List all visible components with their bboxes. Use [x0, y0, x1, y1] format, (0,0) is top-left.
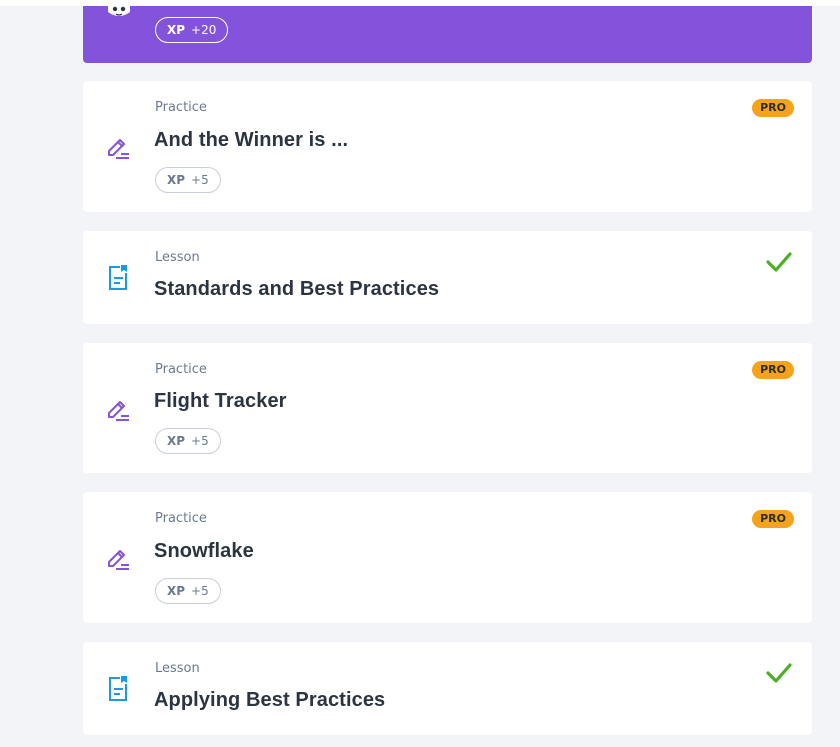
xp-label: XP	[167, 23, 186, 37]
item-title[interactable]: Flight Tracker	[154, 390, 287, 413]
item-title[interactable]: And the Winner is ...	[154, 129, 348, 152]
xp-label: XP	[167, 584, 186, 598]
list-item-lesson[interactable]: Lesson Standards and Best Practices	[83, 231, 812, 324]
item-type-label: Lesson	[155, 250, 200, 265]
item-type-label: Practice	[155, 100, 207, 115]
list-item-practice[interactable]: Practice Snowflake XP +5 PRO	[83, 492, 812, 623]
pencil-icon	[108, 550, 129, 570]
xp-badge: XP +5	[155, 578, 221, 604]
pro-badge: PRO	[752, 510, 794, 528]
pro-badge: PRO	[752, 361, 794, 379]
xp-label: XP	[167, 434, 186, 448]
list-item-practice[interactable]: Practice And the Winner is ... XP +5 PRO	[83, 81, 812, 212]
item-title[interactable]: Applying Best Practices	[154, 689, 385, 712]
pencil-icon	[108, 401, 129, 421]
module-card-active[interactable]: XP +20	[83, 4, 812, 63]
xp-label: XP	[167, 173, 186, 187]
document-icon	[109, 265, 127, 290]
xp-badge: XP +5	[155, 167, 221, 193]
item-type-label: Practice	[155, 362, 207, 377]
xp-value: +5	[191, 434, 209, 448]
document-icon	[109, 676, 127, 701]
check-icon	[766, 252, 792, 272]
pro-badge: PRO	[752, 99, 794, 117]
mascot-icon	[108, 4, 130, 16]
list-item-lesson[interactable]: Lesson Applying Best Practices	[83, 642, 812, 735]
item-title[interactable]: Snowflake	[154, 540, 254, 563]
item-title[interactable]: Standards and Best Practices	[154, 278, 439, 301]
xp-value: +5	[191, 173, 209, 187]
check-icon	[766, 663, 792, 683]
xp-badge: XP +5	[155, 428, 221, 454]
item-type-label: Practice	[155, 511, 207, 526]
list-item-practice[interactable]: Practice Flight Tracker XP +5 PRO	[83, 343, 812, 473]
xp-value: +5	[191, 584, 209, 598]
xp-value: +20	[191, 23, 217, 37]
xp-badge: XP +20	[155, 17, 229, 43]
item-type-label: Lesson	[155, 661, 200, 676]
pencil-icon	[108, 139, 129, 159]
